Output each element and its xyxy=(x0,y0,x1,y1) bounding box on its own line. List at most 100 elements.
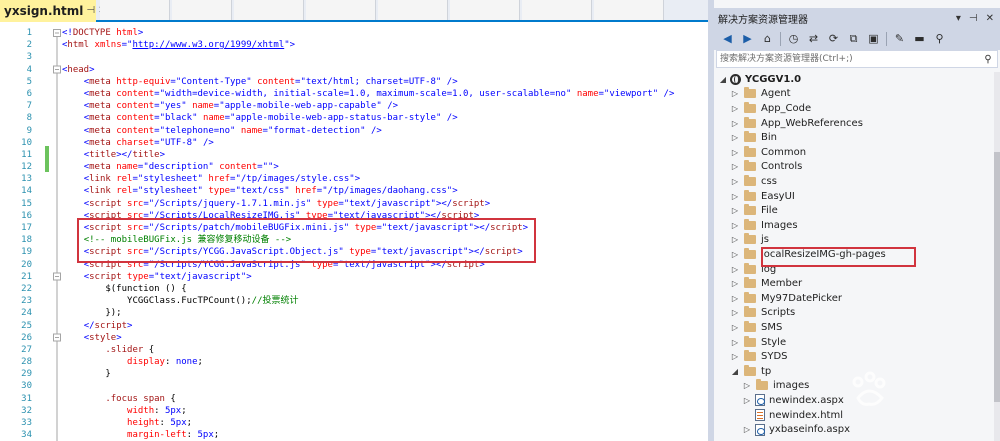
code-line[interactable]: 6 <meta content="width=device-width, ini… xyxy=(0,88,708,100)
window-menu-icon[interactable]: ▾ xyxy=(956,13,961,24)
refresh-icon[interactable]: ⟳ xyxy=(826,31,841,47)
code-line[interactable]: 5 <meta http-equiv="Content-Type" conten… xyxy=(0,76,708,88)
collapsed-arrow-icon[interactable]: ▷ xyxy=(730,279,740,288)
code-line[interactable]: 24 }); xyxy=(0,307,708,319)
code-line[interactable]: 8 <meta content="black" name="apple-mobi… xyxy=(0,112,708,124)
code-line[interactable]: 29 } xyxy=(0,368,708,380)
collapsed-arrow-icon[interactable]: ▷ xyxy=(730,352,740,361)
tree-node-folder[interactable]: ◢ tp xyxy=(730,364,771,379)
collapsed-arrow-icon[interactable]: ▷ xyxy=(730,294,740,303)
pin-panel-icon[interactable]: ⊣ xyxy=(969,13,978,24)
tree-node-folder[interactable]: ▷ Common xyxy=(730,145,806,160)
code-area[interactable]: 1 <!DOCTYPE html> 2 <html xmlns="http://www… xyxy=(0,24,708,441)
tree-node-folder[interactable]: ▷ File xyxy=(730,203,778,218)
collapsed-arrow-icon[interactable]: ▷ xyxy=(730,104,740,113)
code-line[interactable]: 30 xyxy=(0,380,708,392)
document-tab-hidden[interactable] xyxy=(594,0,664,20)
search-icon[interactable]: ⚲ xyxy=(979,54,997,65)
code-line[interactable]: 22 $(function () { xyxy=(0,283,708,295)
tree-node-file[interactable]: ▷ yxbaseinfo.aspx xyxy=(742,422,850,437)
scrollbar-thumb[interactable] xyxy=(994,152,1000,402)
code-line[interactable]: 14 <link rel="stylesheet" type="text/css… xyxy=(0,185,708,197)
code-line[interactable]: 15 <script src="/Scripts/jquery-1.7.1.mi… xyxy=(0,198,708,210)
tree-node-folder[interactable]: ▷ css xyxy=(730,174,777,189)
collapsed-arrow-icon[interactable]: ▷ xyxy=(730,89,740,98)
tree-node-folder[interactable]: ▷ Style xyxy=(730,335,786,350)
solution-explorer-titlebar[interactable]: 解决方案资源管理器 ▾ ⊣ ✕ xyxy=(714,8,1000,28)
view-diagram-icon[interactable]: ⚲ xyxy=(932,31,947,47)
tree-node-file[interactable]: ▷ newindex.aspx xyxy=(742,393,844,408)
preview-icon[interactable]: ▬ xyxy=(912,31,927,47)
collapsed-arrow-icon[interactable]: ▷ xyxy=(730,192,740,201)
code-line[interactable]: 32 width: 5px; xyxy=(0,405,708,417)
document-tab-hidden[interactable] xyxy=(234,0,304,20)
code-line[interactable]: 25 </script> xyxy=(0,320,708,332)
document-tab-hidden[interactable] xyxy=(100,0,170,20)
code-line[interactable]: 1 <!DOCTYPE html> xyxy=(0,27,708,39)
code-line[interactable]: 31 .focus span { xyxy=(0,393,708,405)
collapsed-arrow-icon[interactable]: ▷ xyxy=(730,206,740,215)
properties-icon[interactable]: ✎ xyxy=(892,31,907,47)
code-line[interactable]: 34 margin-left: 5px; xyxy=(0,429,708,441)
tree-node-folder[interactable]: ▷ My97DatePicker xyxy=(730,291,842,306)
document-tab-hidden[interactable] xyxy=(172,0,232,20)
collapse-all-icon[interactable]: ⧉ xyxy=(846,31,861,47)
tree-node-folder[interactable]: ▷ SMS xyxy=(730,320,782,335)
tree-node-folder[interactable]: ▷ EasyUI xyxy=(730,189,795,204)
tree-node-folder[interactable]: ▷ Agent xyxy=(730,87,791,102)
collapsed-arrow-icon[interactable]: ▷ xyxy=(730,338,740,347)
back-icon[interactable]: ◀ xyxy=(720,31,735,47)
code-line[interactable]: 7 <meta content="yes" name="apple-mobile… xyxy=(0,100,708,112)
forward-icon[interactable]: ▶ xyxy=(740,31,755,47)
tree-node-folder[interactable]: ▷ Images xyxy=(730,218,798,233)
collapsed-arrow-icon[interactable]: ▷ xyxy=(742,425,752,434)
document-tab-hidden[interactable] xyxy=(450,0,520,20)
collapsed-arrow-icon[interactable]: ▷ xyxy=(730,162,740,171)
tree-node-project[interactable]: ◢ YCGGV1.0 xyxy=(718,72,801,87)
collapsed-arrow-icon[interactable]: ▷ xyxy=(730,265,740,274)
tree-node-folder[interactable]: ▷ Controls xyxy=(730,160,802,175)
collapsed-arrow-icon[interactable]: ▷ xyxy=(730,177,740,186)
tree-node-folder[interactable]: ▷ App_Code xyxy=(730,101,811,116)
code-line[interactable]: 21 <script type="text/javascript"> xyxy=(0,271,708,283)
collapsed-arrow-icon[interactable]: ▷ xyxy=(742,396,752,405)
pin-tab-icon[interactable]: ⊣ xyxy=(86,5,95,17)
tree-node-file[interactable]: newindex.html xyxy=(742,408,843,423)
code-line[interactable]: 12 <meta name="description" content=""> xyxy=(0,161,708,173)
document-tab-hidden[interactable] xyxy=(306,0,376,20)
document-tab-hidden[interactable] xyxy=(378,0,448,20)
code-editor[interactable]: yxsign.html ⊣ ✕ xyxy=(0,0,708,441)
code-line[interactable]: 9 <meta content="telephone=no" name="for… xyxy=(0,125,708,137)
code-line[interactable]: 26 <style> xyxy=(0,332,708,344)
home-icon[interactable]: ⌂ xyxy=(760,31,775,47)
code-line[interactable]: 33 height: 5px; xyxy=(0,417,708,429)
collapsed-arrow-icon[interactable]: ▷ xyxy=(730,221,740,230)
expanded-arrow-icon[interactable]: ◢ xyxy=(718,75,728,84)
code-line[interactable]: 13 <link rel="stylesheet" href="/tp/imag… xyxy=(0,173,708,185)
code-line[interactable]: 10 <meta charset="UTF-8" /> xyxy=(0,137,708,149)
collapsed-arrow-icon[interactable]: ▷ xyxy=(730,235,740,244)
code-line[interactable]: 23 YCGGClass.FucTPCount();//投票统计 xyxy=(0,295,708,307)
collapsed-arrow-icon[interactable]: ▷ xyxy=(742,381,752,390)
tree-node-folder[interactable]: ▷ js xyxy=(730,233,769,248)
code-line[interactable]: 3 xyxy=(0,51,708,63)
tree-node-file[interactable]: ▷ images xyxy=(742,379,809,394)
sync-icon[interactable]: ⇄ xyxy=(806,31,821,47)
collapsed-arrow-icon[interactable]: ▷ xyxy=(730,148,740,157)
close-panel-icon[interactable]: ✕ xyxy=(986,13,994,24)
collapsed-arrow-icon[interactable]: ▷ xyxy=(730,250,740,259)
collapsed-arrow-icon[interactable]: ▷ xyxy=(730,323,740,332)
tree-node-folder[interactable]: ▷ SYDS xyxy=(730,349,788,364)
collapsed-arrow-icon[interactable]: ▷ xyxy=(730,119,740,128)
code-line[interactable]: 4 <head> xyxy=(0,64,708,76)
code-line[interactable]: 2 <html xmlns="http://www.w3.org/1999/xht… xyxy=(0,39,708,51)
tree-node-folder[interactable]: ▷ Bin xyxy=(730,130,777,145)
search-input[interactable] xyxy=(717,51,979,67)
collapsed-arrow-icon[interactable]: ▷ xyxy=(730,308,740,317)
show-all-files-icon[interactable]: ▣ xyxy=(866,31,881,47)
tree-node-folder[interactable]: ▷ Scripts xyxy=(730,306,795,321)
document-tab-hidden[interactable] xyxy=(522,0,592,20)
tree-node-folder[interactable]: ▷ Member xyxy=(730,276,802,291)
tree-node-folder[interactable]: ▷ App_WebReferences xyxy=(730,116,863,131)
code-line[interactable]: 27 .slider { xyxy=(0,344,708,356)
